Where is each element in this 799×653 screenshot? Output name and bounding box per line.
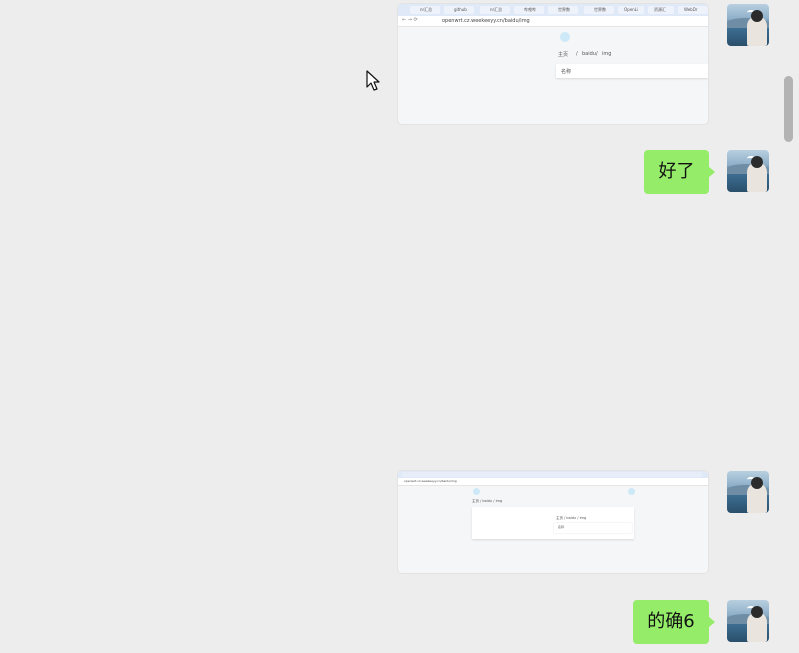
browser-tab: github (444, 6, 474, 14)
avatar[interactable] (727, 4, 769, 46)
image-message-2[interactable]: openwrt.cz.weekeeyy.cn/baidu/img 主页 / ba… (398, 471, 708, 573)
text-message-2[interactable]: 的确6 (633, 600, 715, 644)
breadcrumb-home: 主页 (558, 52, 569, 58)
avatar[interactable] (727, 600, 769, 642)
browser-address-bar: ← → ⟳ openwrt.cz.weekeeyy.cn/baidu/img (398, 16, 708, 27)
browser-tabbar (398, 471, 708, 478)
text-message-1[interactable]: 好了 (644, 150, 715, 194)
content-card: 主页 / baidu / img 名称 (472, 507, 634, 539)
browser-tab: 世界数 (548, 6, 578, 14)
nav-arrows: ← → ⟳ (402, 17, 418, 23)
url-text: openwrt.cz.weekeeyy.cn/baidu/img (442, 18, 530, 24)
avatar[interactable] (727, 150, 769, 192)
file-list-card: 名称 (556, 64, 708, 78)
browser-tab: nr汇总 (480, 6, 510, 14)
avatar[interactable] (727, 471, 769, 513)
browser-tabbar: nr汇总 github nr汇总 哔哩哔 世界数 世界数 OpenLi 资源汇 … (398, 4, 708, 16)
image-message-1[interactable]: nr汇总 github nr汇总 哔哩哔 世界数 世界数 OpenLi 资源汇 … (398, 4, 708, 124)
site-logo-icon (560, 32, 570, 42)
browser-tab: nr汇总 (410, 6, 440, 14)
browser-tab: 世界数 (584, 6, 614, 14)
site-logo-icon (628, 488, 635, 495)
browser-tab: OpenLi (618, 6, 644, 14)
browser-tab: 资源汇 (648, 6, 674, 14)
site-logo-icon (473, 488, 480, 495)
browser-tab: 哔哩哔 (514, 6, 544, 14)
chat-window: nr汇总 github nr汇总 哔哩哔 世界数 世界数 OpenLi 资源汇 … (0, 0, 799, 653)
cursor-icon (366, 70, 380, 91)
browser-address-bar: openwrt.cz.weekeeyy.cn/baidu/img (398, 478, 708, 486)
browser-tab: WebDr (678, 6, 708, 14)
scrollbar-thumb[interactable] (784, 76, 793, 142)
